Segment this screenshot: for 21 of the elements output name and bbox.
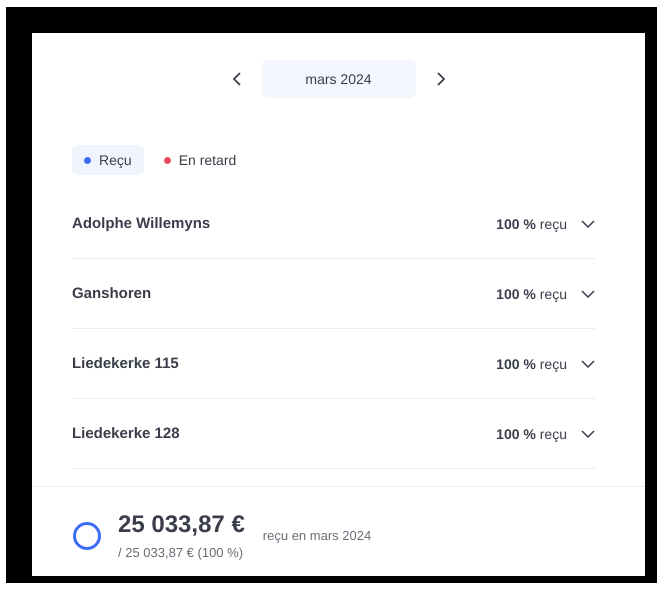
property-name: Liedekerke 128	[72, 425, 181, 442]
month-label[interactable]: mars 2024	[262, 60, 416, 98]
next-icon[interactable]	[436, 71, 446, 87]
property-name: Adolphe Willemyns	[72, 215, 212, 232]
payment-status: 100 % reçu	[496, 426, 567, 442]
property-name: Liedekerke 115	[72, 355, 180, 372]
received-amount: 25 033,87 €	[118, 511, 245, 539]
filter-chip[interactable]: En retard	[152, 145, 248, 175]
progress-ring	[72, 520, 102, 550]
expand-icon[interactable]	[581, 290, 595, 298]
payment-status: 100 % reçu	[496, 356, 567, 372]
summary-caption: reçu en mars 2024	[262, 528, 372, 543]
previous-icon[interactable]	[232, 71, 242, 87]
payment-status: 100 % reçu	[496, 216, 567, 232]
expand-icon[interactable]	[581, 360, 595, 368]
payment-status: 100 % reçu	[496, 286, 567, 302]
property-name: Ganshoren	[72, 285, 152, 302]
total-amount: / 25 033,87 € (100 %)	[118, 545, 244, 560]
expand-icon[interactable]	[581, 430, 595, 438]
filter-chip[interactable]: Reçu	[72, 145, 144, 175]
expand-icon[interactable]	[581, 220, 595, 228]
